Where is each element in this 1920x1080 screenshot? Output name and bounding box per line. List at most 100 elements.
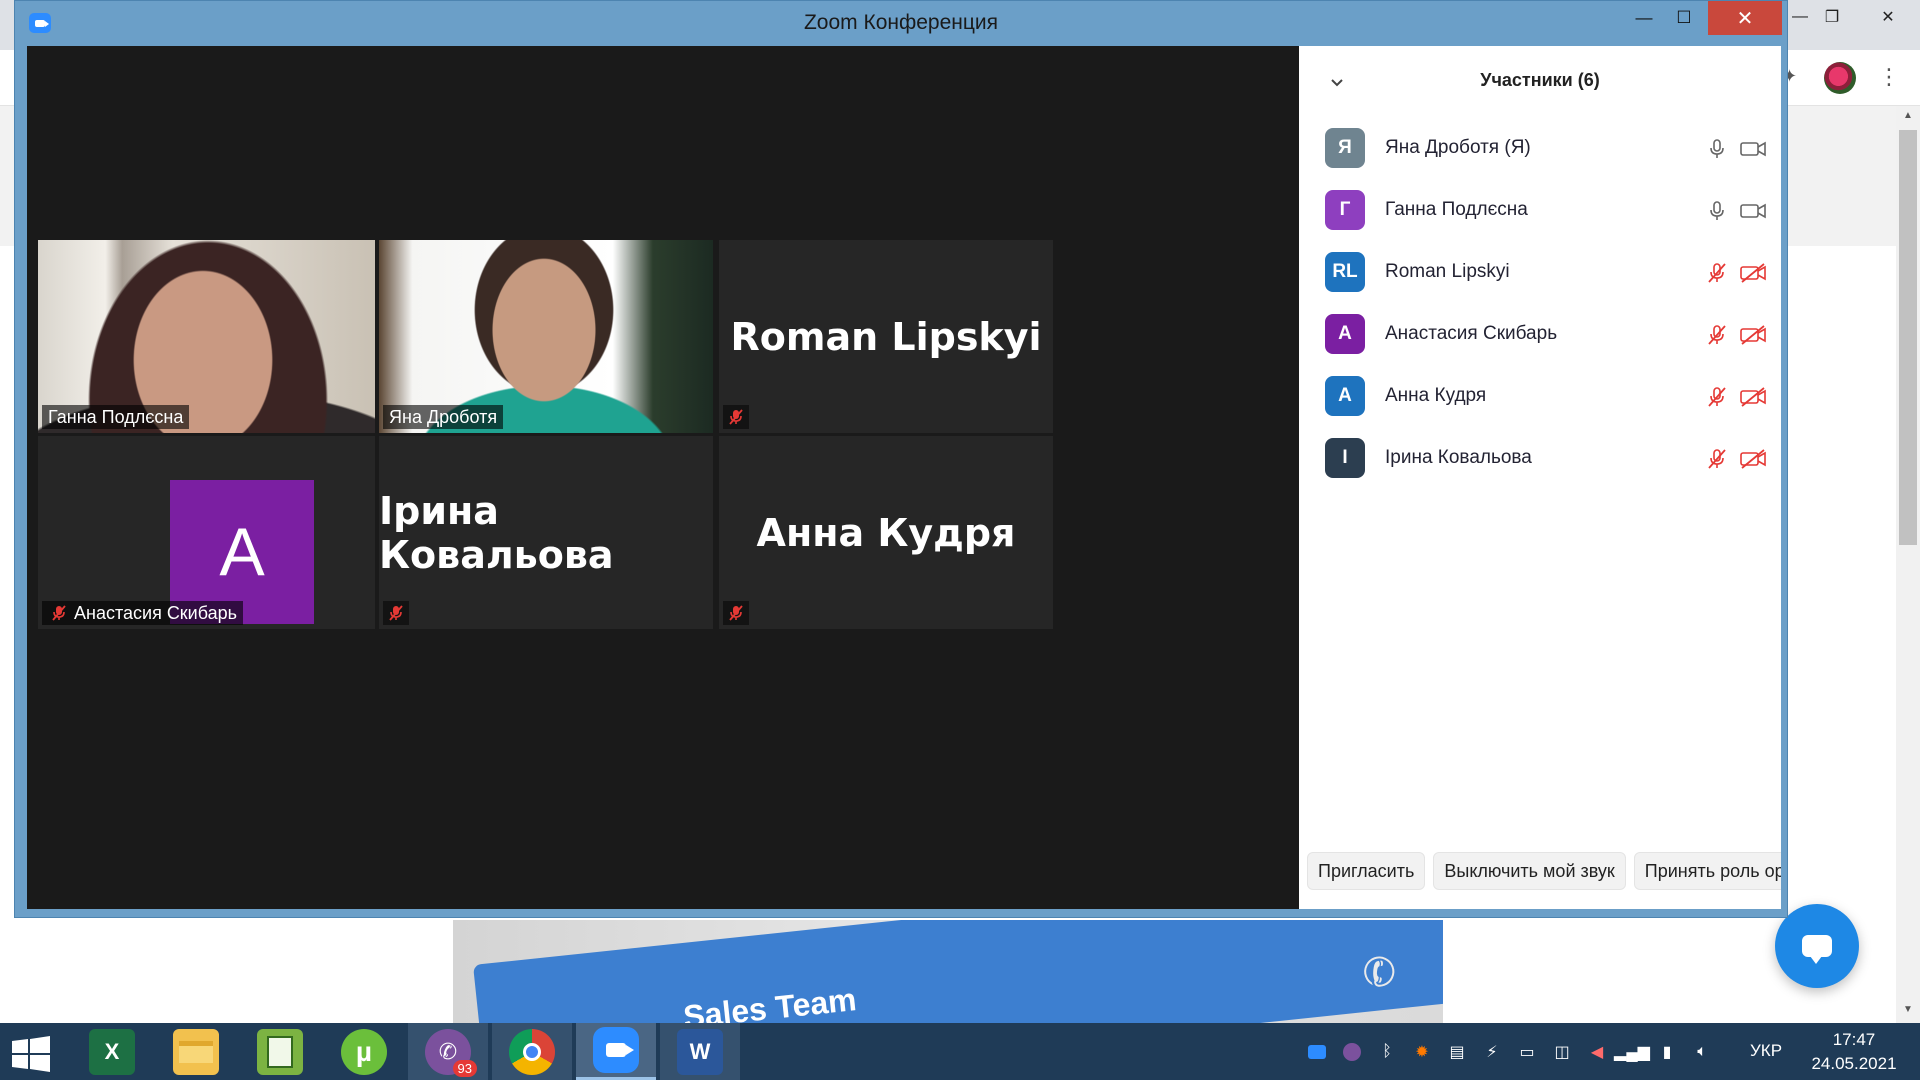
excel-icon: X [89, 1028, 135, 1075]
display-icon[interactable]: ▭ [1516, 1041, 1538, 1063]
video-tile-anna[interactable]: Анна Кудря [719, 436, 1053, 629]
tile-big-name: Roman Lipskyi [730, 314, 1042, 359]
viber-unread-badge: 93 [452, 1059, 477, 1077]
volume-muted-icon[interactable]: ◀ [1586, 1041, 1608, 1063]
video-tile-roman[interactable]: Roman Lipskyi [719, 240, 1053, 433]
video-off-icon[interactable] [1739, 323, 1767, 347]
participant-name: Анна Кудря [1385, 385, 1487, 406]
video-tile-ganna[interactable]: Ганна Подлєсна [38, 240, 375, 433]
participant-avatar: A [1325, 314, 1365, 354]
browser-profile-avatar[interactable] [1824, 62, 1856, 94]
participant-row[interactable]: Я Яна Дроботя (Я) [1299, 118, 1781, 180]
taskbar-file-explorer[interactable] [156, 1023, 236, 1080]
taskbar-word[interactable]: W [660, 1023, 740, 1080]
video-camera-icon[interactable] [1739, 199, 1767, 223]
power-manager-icon[interactable]: ⚡ [1481, 1041, 1503, 1063]
participant-row[interactable]: I Ірина Ковальова [1299, 428, 1781, 490]
bluetooth-icon[interactable]: ᛒ [1376, 1041, 1398, 1063]
file-explorer-icon [173, 1028, 219, 1075]
participant-avatar: I [1325, 438, 1365, 478]
muted-mic-icon [383, 601, 409, 625]
muted-mic-icon [48, 602, 70, 624]
clock-date: 24.05.2021 [1811, 1054, 1897, 1073]
tile-name: Анастасия Скибарь [74, 603, 238, 623]
windows-taskbar: X µ ✆ 93 W ᛒ ✹ ▤ ⚡ ▭ ◫ ◀ ▂▄▆ ▮ 🔈︎ УКР 17… [0, 1023, 1920, 1080]
battery-icon[interactable]: ▮ [1656, 1041, 1678, 1063]
scroll-down-arrow-icon[interactable]: ▼ [1900, 1004, 1916, 1015]
participant-avatar: Г [1325, 190, 1365, 230]
participant-row[interactable]: A Анастасия Скибарь [1299, 304, 1781, 366]
notepad-icon [257, 1028, 303, 1075]
participant-avatar: A [1325, 376, 1365, 416]
input-language[interactable]: УКР [1750, 1041, 1782, 1061]
participants-actions: Пригласить Выключить мой звук Принять ро… [1299, 852, 1781, 890]
windows-start-icon[interactable] [10, 1036, 52, 1072]
network-manager-icon[interactable]: ◫ [1551, 1041, 1573, 1063]
video-tile-iryna[interactable]: Ірина Ковальова [379, 436, 713, 629]
video-off-icon[interactable] [1739, 261, 1767, 285]
utorrent-icon: µ [341, 1028, 387, 1075]
banner-blue-card [473, 920, 1443, 1023]
scroll-up-arrow-icon[interactable]: ▲ [1900, 110, 1916, 121]
signal-icon[interactable]: ▂▄▆ [1614, 1041, 1650, 1063]
minimize-button[interactable]: — [1627, 1, 1661, 35]
mic-icon[interactable] [1705, 137, 1729, 161]
muted-mic-icon[interactable] [1705, 447, 1729, 471]
page-right-column [1780, 246, 1900, 918]
page-scrollbar-thumb[interactable] [1899, 130, 1917, 545]
taskbar-notepad[interactable] [240, 1023, 320, 1080]
browser-menu-icon[interactable]: ⋮ [1878, 62, 1900, 92]
taskbar-chrome[interactable] [492, 1023, 572, 1080]
participants-panel: Участники (6) Я Яна Дроботя (Я) Г Ганна … [1299, 46, 1781, 909]
viber-tray-icon[interactable] [1341, 1041, 1363, 1063]
tile-name: Ганна Подлєсна [48, 407, 184, 427]
taskbar-clock[interactable]: 17:47 24.05.2021 [1804, 1028, 1904, 1076]
participant-row[interactable]: A Анна Кудря [1299, 366, 1781, 428]
tile-big-name: Ірина Ковальова [379, 488, 614, 577]
muted-mic-icon[interactable] [1705, 261, 1729, 285]
video-tile-anastasia[interactable]: A Анастасия Скибарь [38, 436, 375, 629]
video-off-icon[interactable] [1739, 385, 1767, 409]
participant-name: Roman Lipskyi [1385, 261, 1510, 282]
tile-name: Яна Дроботя [389, 407, 498, 427]
participant-avatar: Я [1325, 128, 1365, 168]
speaker-icon[interactable]: 🔈︎ [1691, 1041, 1713, 1063]
video-off-icon[interactable] [1739, 447, 1767, 471]
page-banner-image: Sales Team ✆ [453, 920, 1443, 1023]
browser-close-button[interactable]: ✕ [1860, 0, 1916, 34]
word-icon: W [677, 1028, 723, 1075]
muted-mic-icon [723, 405, 749, 429]
close-button[interactable]: ✕ [1708, 1, 1782, 35]
mic-icon[interactable] [1705, 199, 1729, 223]
tray-app-icon[interactable]: ▤ [1446, 1041, 1468, 1063]
zoom-titlebar[interactable]: Zoom Конференция — ☐ ✕ [15, 1, 1787, 46]
claim-host-button[interactable]: Принять роль орга [1633, 852, 1781, 890]
participant-name: Ірина Ковальова [1385, 447, 1532, 468]
participant-name: Анастасия Скибарь [1385, 323, 1558, 344]
zoom-tray-icon[interactable] [1306, 1041, 1328, 1063]
taskbar-utorrent[interactable]: µ [324, 1023, 404, 1080]
invite-button[interactable]: Пригласить [1307, 852, 1426, 890]
video-tile-yana[interactable]: Яна Дроботя [379, 240, 713, 433]
system-tray: ᛒ ✹ ▤ ⚡ ▭ ◫ ◀ ▂▄▆ ▮ 🔈︎ [1306, 1023, 1713, 1080]
participant-avatar: RL [1325, 252, 1365, 292]
maximize-button[interactable]: ☐ [1667, 1, 1701, 35]
muted-mic-icon[interactable] [1705, 323, 1729, 347]
participant-row[interactable]: Г Ганна Подлєсна [1299, 180, 1781, 242]
avast-icon[interactable]: ✹ [1411, 1041, 1433, 1063]
chrome-icon [509, 1028, 555, 1075]
muted-mic-icon[interactable] [1705, 385, 1729, 409]
tile-name-label: Анастасия Скибарь [42, 601, 244, 625]
taskbar-excel[interactable]: X [72, 1023, 152, 1080]
tile-big-name: Анна Кудря [756, 510, 1016, 555]
tile-name-label: Яна Дроботя [383, 405, 504, 429]
taskbar-viber[interactable]: ✆ 93 [408, 1023, 488, 1080]
participants-title: Участники (6) [1480, 70, 1600, 90]
mute-me-button[interactable]: Выключить мой звук [1433, 852, 1626, 890]
browser-restore-button[interactable]: ❐ [1812, 0, 1852, 34]
taskbar-zoom[interactable] [576, 1023, 656, 1080]
video-camera-icon[interactable] [1739, 137, 1767, 161]
tile-name-label: Ганна Подлєсна [42, 405, 190, 429]
participant-row[interactable]: RL Roman Lipskyi [1299, 242, 1781, 304]
participant-name: Ганна Подлєсна [1385, 199, 1528, 220]
